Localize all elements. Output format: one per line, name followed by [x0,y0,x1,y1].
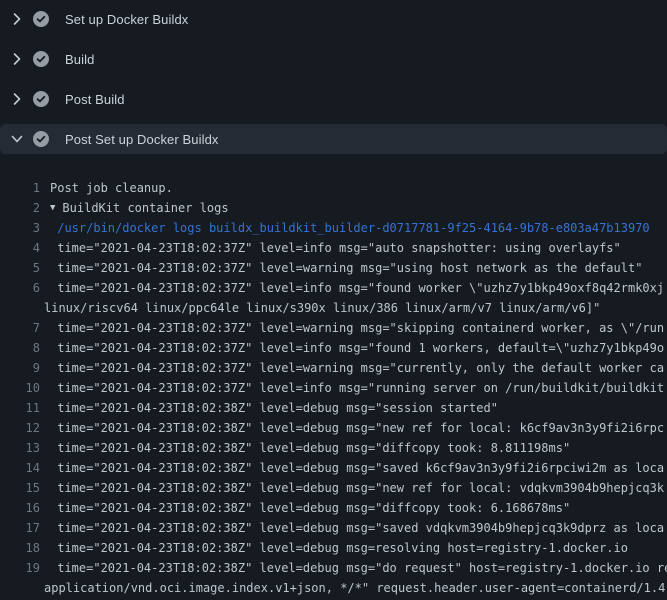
actions-log-viewer: Set up Docker Buildx Build Post Build Post … [0,0,667,600]
line-number[interactable]: 7 [0,318,40,338]
chevron-right-icon [10,52,24,66]
line-number[interactable]: 16 [0,498,40,518]
line-number[interactable]: 19 [0,558,40,578]
log-line: 16 time="2021-04-23T18:02:38Z" level=deb… [0,498,667,518]
log-line: 7 time="2021-04-23T18:02:37Z" level=warn… [0,318,667,338]
log-line: 13 time="2021-04-23T18:02:38Z" level=deb… [0,438,667,458]
line-number[interactable]: 15 [0,478,40,498]
log-text: time="2021-04-23T18:02:38Z" level=debug … [50,558,667,578]
log-text-wrapped: application/vnd.oci.image.index.v1+json,… [44,578,665,598]
log-text: time="2021-04-23T18:02:37Z" level=info m… [50,378,664,398]
step-title: Set up Docker Buildx [65,12,188,27]
log-line: 6 time="2021-04-23T18:02:37Z" level=info… [0,278,667,298]
line-number[interactable]: 9 [0,358,40,378]
log-line: 4 time="2021-04-23T18:02:37Z" level=info… [0,238,667,258]
line-number[interactable]: 18 [0,538,40,558]
log-line: 3 /usr/bin/docker logs buildx_buildkit_b… [0,218,667,238]
log-text: time="2021-04-23T18:02:38Z" level=debug … [50,438,570,458]
chevron-down-icon [10,132,24,146]
log-line: 15 time="2021-04-23T18:02:38Z" level=deb… [0,478,667,498]
line-number[interactable]: 4 [0,238,40,258]
line-number[interactable]: 3 [0,218,40,238]
log-text: time="2021-04-23T18:02:37Z" level=warnin… [50,358,664,378]
step-row-post-build[interactable]: Post Build [0,84,667,114]
log-text: time="2021-04-23T18:02:37Z" level=info m… [50,338,664,358]
line-number[interactable]: 2 [0,198,40,218]
line-number [0,578,40,598]
log-command-text: /usr/bin/docker logs buildx_buildkit_bui… [50,218,650,238]
line-number[interactable]: 13 [0,438,40,458]
success-check-icon [33,51,49,67]
log-text: time="2021-04-23T18:02:37Z" level=info m… [50,238,621,258]
log-line: 8 time="2021-04-23T18:02:37Z" level=info… [0,338,667,358]
log-line: 14 time="2021-04-23T18:02:38Z" level=deb… [0,458,667,478]
log-line: 12 time="2021-04-23T18:02:38Z" level=deb… [0,418,667,438]
success-check-icon [33,11,49,27]
log-text: time="2021-04-23T18:02:38Z" level=debug … [50,418,664,438]
line-number [0,298,40,318]
log-line: 18 time="2021-04-23T18:02:38Z" level=deb… [0,538,667,558]
log-line: 10 time="2021-04-23T18:02:37Z" level=inf… [0,378,667,398]
line-number[interactable]: 17 [0,518,40,538]
log-text: time="2021-04-23T18:02:38Z" level=debug … [50,538,628,558]
log-text: time="2021-04-23T18:02:37Z" level=warnin… [50,318,664,338]
success-check-icon [33,131,49,147]
log-line: 11 time="2021-04-23T18:02:38Z" level=deb… [0,398,667,418]
log-line: 2 ▼ BuildKit container logs [0,198,667,218]
line-number[interactable]: 14 [0,458,40,478]
log-line-continuation: application/vnd.oci.image.index.v1+json,… [0,578,667,598]
log-text: time="2021-04-23T18:02:37Z" level=warnin… [50,258,642,278]
line-number[interactable]: 10 [0,378,40,398]
log-line: 17 time="2021-04-23T18:02:38Z" level=deb… [0,518,667,538]
log-text: time="2021-04-23T18:02:37Z" level=info m… [50,278,664,298]
chevron-right-icon [10,92,24,106]
line-number[interactable]: 11 [0,398,40,418]
line-number[interactable]: 1 [0,178,40,198]
log-line-continuation: linux/riscv64 linux/ppc64le linux/s390x … [0,298,667,318]
log-line: 5 time="2021-04-23T18:02:37Z" level=warn… [0,258,667,278]
log-text: time="2021-04-23T18:02:38Z" level=debug … [50,478,664,498]
success-check-icon [33,91,49,107]
log-text: time="2021-04-23T18:02:38Z" level=debug … [50,458,664,478]
log-text-wrapped: linux/riscv64 linux/ppc64le linux/s390x … [44,298,600,318]
step-title: Post Build [65,92,125,107]
log-text: time="2021-04-23T18:02:38Z" level=debug … [50,398,498,418]
log-line: 1 Post job cleanup. [0,178,667,198]
log-text: time="2021-04-23T18:02:38Z" level=debug … [50,518,664,538]
group-collapse-triangle-icon[interactable]: ▼ [50,198,55,218]
line-number[interactable]: 8 [0,338,40,358]
log-output: 1 Post job cleanup. 2 ▼ BuildKit container l… [0,164,667,600]
log-line: 19 time="2021-04-23T18:02:38Z" level=deb… [0,558,667,578]
step-row-post-set-up-docker-buildx[interactable]: Post Set up Docker Buildx [0,124,667,154]
step-row-build[interactable]: Build [0,44,667,74]
line-number[interactable]: 12 [0,418,40,438]
chevron-right-icon [10,12,24,26]
log-line: 9 time="2021-04-23T18:02:37Z" level=warn… [0,358,667,378]
log-group-title[interactable]: ▼ BuildKit container logs [50,198,229,218]
log-text: Post job cleanup. [50,178,173,198]
line-number[interactable]: 5 [0,258,40,278]
step-title: Build [65,52,94,67]
log-group-label: BuildKit container logs [62,201,228,215]
log-text: time="2021-04-23T18:02:38Z" level=debug … [50,498,570,518]
step-title: Post Set up Docker Buildx [65,132,219,147]
step-row-set-up-docker-buildx[interactable]: Set up Docker Buildx [0,4,667,34]
line-number[interactable]: 6 [0,278,40,298]
steps-list: Set up Docker Buildx Build Post Build Post … [0,0,667,154]
